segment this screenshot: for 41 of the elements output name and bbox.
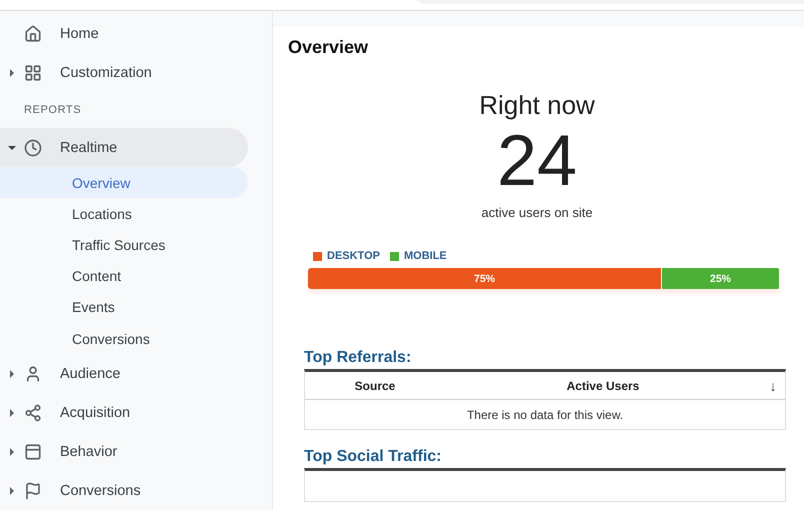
- column-header[interactable]: Source: [305, 378, 445, 392]
- flag-icon: [24, 482, 42, 500]
- grid-icon: [24, 64, 42, 82]
- sort-arrow-icon[interactable]: ↓: [761, 378, 785, 394]
- nav-item[interactable]: Home: [0, 15, 248, 54]
- active-user-count: 24: [496, 121, 578, 201]
- nav-subitem[interactable]: Overview: [0, 166, 248, 198]
- section-label: REPORTS: [23, 103, 82, 118]
- caret-icon[interactable]: [8, 448, 16, 456]
- branch-icon: [24, 404, 42, 422]
- column-header[interactable]: Active Users: [445, 378, 761, 392]
- nav-subitem[interactable]: Content: [0, 260, 248, 292]
- realtime-heading: Right now: [479, 90, 595, 121]
- caret-icon[interactable]: [8, 370, 16, 378]
- legend-label: MOBILE: [404, 250, 447, 262]
- legend-label: DESKTOP: [327, 250, 380, 262]
- caret-icon[interactable]: [8, 486, 16, 494]
- table-title: Top Referrals:: [304, 349, 412, 367]
- page-title: Overview: [288, 37, 370, 58]
- device-share-bar: 75%: [308, 268, 662, 289]
- nav-subitem[interactable]: Locations: [0, 198, 248, 230]
- clock-icon: [24, 138, 42, 156]
- caret-icon[interactable]: [8, 144, 16, 152]
- count-caption: active users on site: [481, 205, 593, 220]
- nav-item[interactable]: Customization: [0, 54, 248, 93]
- window-icon: [24, 442, 42, 461]
- empty-message: There is no data for this view.: [466, 406, 624, 424]
- caret-icon[interactable]: [8, 69, 16, 78]
- caret-icon[interactable]: [8, 408, 16, 417]
- nav-item[interactable]: Behavior: [0, 432, 248, 472]
- table-title: Top Social Traffic:: [304, 448, 442, 466]
- nav-subitem[interactable]: Traffic Sources: [0, 229, 248, 261]
- home-icon: [24, 25, 42, 44]
- nav-item[interactable]: Audience: [0, 354, 248, 394]
- nav-item[interactable]: Conversions: [0, 471, 248, 510]
- device-share-bar: 25%: [662, 268, 780, 289]
- nav-subitem[interactable]: Conversions: [0, 322, 248, 354]
- nav-subitem[interactable]: Events: [0, 292, 248, 323]
- nav-item[interactable]: Realtime: [0, 128, 248, 167]
- nav-item[interactable]: Acquisition: [0, 393, 248, 432]
- person-icon: [24, 364, 42, 383]
